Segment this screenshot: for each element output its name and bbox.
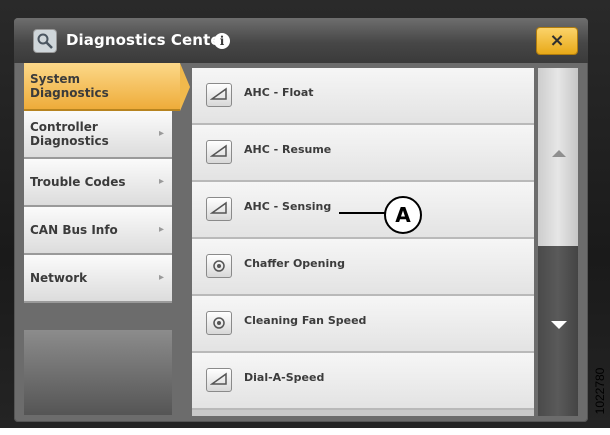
list-item-ahc-float[interactable]: AHC - Float [192, 68, 534, 125]
chevron-right-icon: ▸ [158, 128, 164, 139]
sidebar-item-trouble-codes[interactable]: Trouble Codes ▸ [24, 159, 172, 207]
sidebar-empty-area [24, 330, 172, 415]
list-item-label: AHC - Float [244, 86, 314, 99]
sidebar-item-label: Controller Diagnostics [30, 120, 109, 148]
callout-label: A [384, 196, 422, 234]
figure-number: 1022780 [590, 352, 610, 432]
scroll-down-icon[interactable] [551, 321, 567, 329]
sidebar-item-label: CAN Bus Info [30, 223, 118, 237]
scroll-up-icon[interactable] [552, 150, 566, 157]
sidebar-item-network[interactable]: Network ▸ [24, 255, 172, 303]
list-item-chaffer-opening[interactable]: Chaffer Opening [192, 239, 534, 296]
diagnostics-list: AHC - Float AHC - Resume AHC - Sensing C… [192, 68, 534, 416]
gear-icon [206, 311, 232, 335]
sidebar-item-label: Network [30, 271, 88, 285]
diagnostics-app-icon [34, 30, 56, 52]
sidebar-item-label: System Diagnostics [30, 72, 109, 100]
list-item-label: AHC - Sensing [244, 200, 332, 213]
list-item-cleaning-fan-speed[interactable]: Cleaning Fan Speed [192, 296, 534, 353]
list-item-dial-a-speed[interactable]: Dial-A-Speed [192, 353, 534, 410]
gauge-icon [206, 197, 232, 221]
list-item-ahc-resume[interactable]: AHC - Resume [192, 125, 534, 182]
list-item-label: AHC - Resume [244, 143, 332, 156]
gauge-icon [206, 368, 232, 392]
window-title: Diagnostics Center [66, 31, 229, 49]
title-bar: Diagnostics Center i × [14, 18, 588, 63]
gauge-icon [206, 140, 232, 164]
list-item-ahc-sensing[interactable]: AHC - Sensing [192, 182, 534, 239]
figure-number-text: 1022780 [593, 367, 607, 415]
sidebar-item-system-diagnostics[interactable]: System Diagnostics [24, 63, 190, 111]
callout-leader-line [339, 212, 385, 214]
list-item-label: Chaffer Opening [244, 257, 345, 270]
screen: Diagnostics Center i × System Diagnostic… [14, 18, 588, 422]
chevron-right-icon: ▸ [158, 224, 164, 235]
sidebar-item-controller-diagnostics[interactable]: Controller Diagnostics ▸ [24, 111, 172, 159]
sidebar-item-label: Trouble Codes [30, 175, 126, 189]
chevron-right-icon: ▸ [158, 272, 164, 283]
list-item-label: Dial-A-Speed [244, 371, 325, 384]
gauge-icon [206, 83, 232, 107]
close-button[interactable]: × [537, 28, 577, 54]
list-item-label: Cleaning Fan Speed [244, 314, 367, 327]
gear-icon [206, 254, 232, 278]
scrollbar-lower-track[interactable] [538, 246, 578, 416]
sidebar-item-can-bus-info[interactable]: CAN Bus Info ▸ [24, 207, 172, 255]
info-icon[interactable]: i [214, 33, 230, 49]
chevron-right-icon: ▸ [158, 176, 164, 187]
